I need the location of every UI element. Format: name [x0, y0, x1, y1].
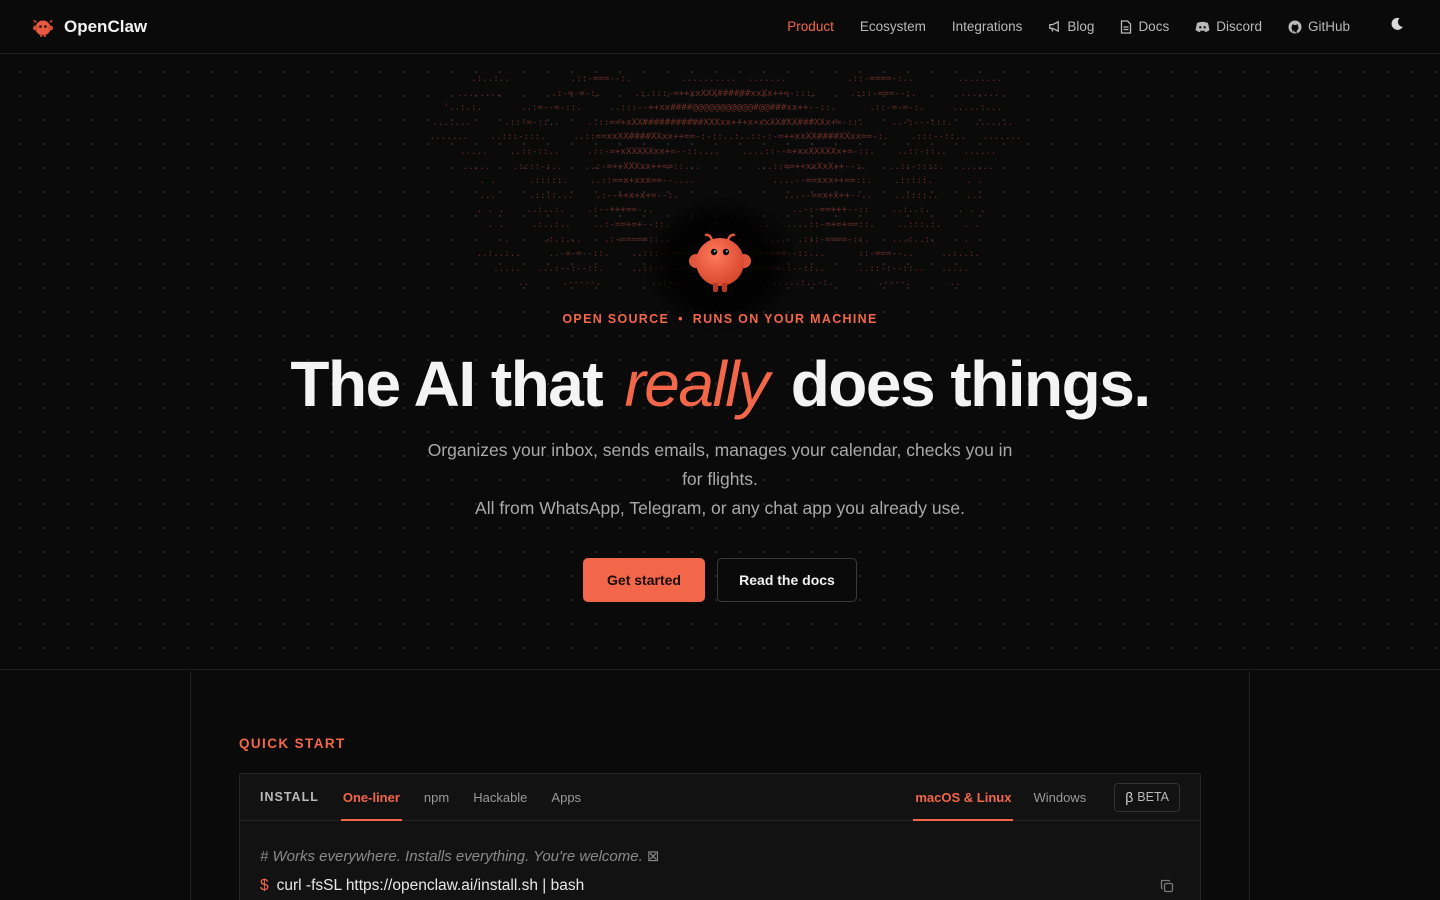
nav-link-integrations[interactable]: Integrations [952, 19, 1023, 34]
brand[interactable]: OpenClaw [32, 16, 147, 38]
quick-start-title: QUICK START [239, 736, 346, 751]
nav-link-label: Ecosystem [859, 19, 926, 34]
megaphone-icon [1048, 20, 1061, 33]
theme-toggle-button[interactable] [1386, 16, 1408, 38]
page: OpenClaw Product Ecosystem Integrations … [0, 0, 1440, 900]
tab-one-liner[interactable]: One-liner [340, 774, 403, 821]
github-icon [1288, 20, 1302, 34]
tab-hackable[interactable]: Hackable [471, 774, 529, 820]
nav-link-docs[interactable]: Docs [1120, 19, 1169, 34]
headline-emphasis: really [624, 348, 769, 420]
tab-npm[interactable]: npm [422, 774, 451, 820]
nav-link-product[interactable]: Product [787, 19, 834, 34]
nav-link-label: GitHub [1307, 19, 1350, 34]
nav-link-label: Docs [1138, 19, 1170, 34]
nav-link-discord[interactable]: Discord [1195, 19, 1262, 34]
tab-apps[interactable]: Apps [549, 774, 583, 820]
tab-windows[interactable]: Windows [1031, 774, 1088, 820]
tab-macos-linux[interactable]: macOS & Linux [913, 774, 1014, 821]
beta-label: BETA [1137, 790, 1169, 804]
hero-cta-row: Get started Read the docs [0, 558, 1440, 602]
copy-icon[interactable] [1160, 879, 1174, 898]
nav-links: Product Ecosystem Integrations Blog Docs… [787, 16, 1408, 38]
brand-name: OpenClaw [64, 16, 148, 36]
hero-eyebrow: OPEN SOURCE • RUNS ON YOUR MACHINE [0, 312, 1440, 326]
install-command[interactable]: curl -fsSL https://openclaw.ai/install.s… [277, 877, 585, 895]
subheadline-line-2: All from WhatsApp, Telegram, or any chat… [475, 498, 965, 518]
nav-link-label: Product [787, 19, 834, 34]
eyebrow-open-source: OPEN SOURCE [562, 312, 670, 326]
nav-link-github[interactable]: GitHub [1288, 19, 1350, 34]
eyebrow-runs-local: RUNS ON YOUR MACHINE [692, 312, 878, 326]
crab-mascot-icon [686, 230, 754, 298]
install-card: INSTALL One-liner npm Hackable Apps macO… [239, 773, 1201, 900]
install-tab-bar: INSTALL One-liner npm Hackable Apps macO… [240, 774, 1200, 821]
beta-glyph: β [1125, 789, 1134, 805]
nav-link-ecosystem[interactable]: Ecosystem [860, 19, 926, 34]
install-command-line[interactable]: $ curl -fsSL https://openclaw.ai/install… [260, 877, 1180, 895]
tab-bar-spacer [603, 774, 913, 820]
get-started-button[interactable]: Get started [583, 558, 705, 602]
code-comment: # Works everywhere. Installs everything.… [260, 848, 660, 865]
openclaw-logo-icon [32, 16, 54, 38]
hero-section: .:..:.. .::-===--:. .......... ....... .… [0, 54, 1440, 670]
read-docs-button[interactable]: Read the docs [717, 558, 857, 602]
nav-link-label: Discord [1216, 19, 1262, 34]
beta-toggle-button[interactable]: β BETA [1114, 782, 1180, 812]
moon-icon [1390, 17, 1404, 36]
install-code-block[interactable]: # Works everywhere. Installs everything.… [240, 821, 1200, 895]
hero-headline: The AI that really does things. [0, 344, 1440, 424]
discord-icon [1195, 21, 1210, 33]
nav-link-label: Integrations [951, 19, 1023, 34]
document-icon [1120, 19, 1132, 34]
headline-pre: The AI that [290, 348, 603, 420]
nav-link-blog[interactable]: Blog [1048, 19, 1094, 34]
top-nav: OpenClaw Product Ecosystem Integrations … [0, 0, 1440, 54]
subheadline-line-1: Organizes your inbox, sends emails, mana… [427, 440, 1013, 489]
headline-post: does things. [790, 348, 1151, 420]
eyebrow-separator: • [678, 312, 684, 326]
hero-subheadline: Organizes your inbox, sends emails, mana… [420, 436, 1020, 523]
nav-link-label: Blog [1067, 19, 1095, 34]
shell-prompt: $ [260, 877, 269, 894]
install-label: INSTALL [260, 790, 319, 804]
